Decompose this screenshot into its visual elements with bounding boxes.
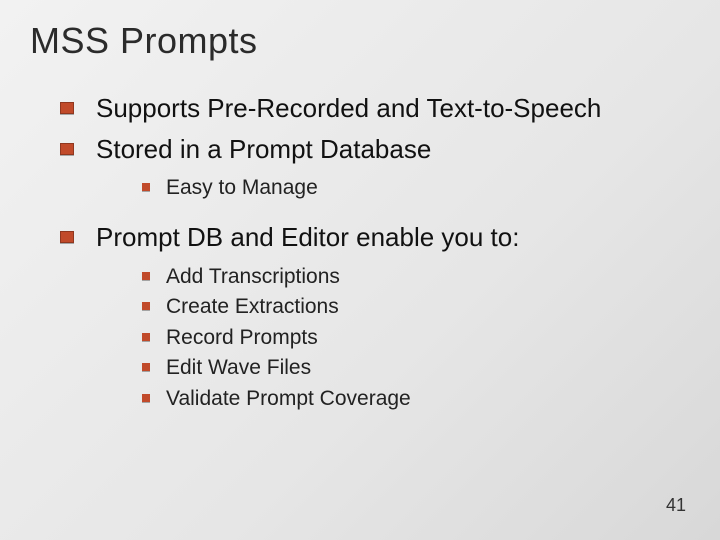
sub-bullet-text: Record Prompts [166, 326, 318, 349]
sub-bullet-list: Easy to Manage [96, 165, 680, 213]
sub-bullet-item: Easy to Manage [142, 173, 680, 203]
sub-bullet-item: Add Transcriptions [142, 262, 680, 292]
bullet-item: Stored in a Prompt Database Easy to Mana… [60, 133, 680, 214]
sub-bullet-text: Validate Prompt Coverage [166, 387, 411, 410]
sub-bullet-text: Edit Wave Files [166, 356, 311, 379]
bullet-text: Supports Pre-Recorded and Text-to-Speech [96, 93, 601, 123]
sub-bullet-text: Create Extractions [166, 295, 339, 318]
sub-bullet-item: Edit Wave Files [142, 353, 680, 383]
sub-bullet-item: Record Prompts [142, 323, 680, 353]
bullet-text: Prompt DB and Editor enable you to: [96, 222, 519, 252]
page-number: 41 [666, 495, 686, 516]
sub-bullet-item: Create Extractions [142, 292, 680, 322]
sub-bullet-item: Validate Prompt Coverage [142, 384, 680, 414]
bullet-text: Stored in a Prompt Database [96, 134, 431, 164]
slide: MSS Prompts Supports Pre-Recorded and Te… [0, 0, 720, 540]
sub-bullet-text: Add Transcriptions [166, 265, 340, 288]
sub-bullet-text: Easy to Manage [166, 176, 318, 199]
bullet-item: Prompt DB and Editor enable you to: Add … [60, 221, 680, 424]
slide-title: MSS Prompts [30, 20, 680, 62]
bullet-item: Supports Pre-Recorded and Text-to-Speech [60, 92, 680, 125]
bullet-list: Supports Pre-Recorded and Text-to-Speech… [30, 92, 680, 424]
sub-bullet-list: Add Transcriptions Create Extractions Re… [96, 254, 680, 424]
